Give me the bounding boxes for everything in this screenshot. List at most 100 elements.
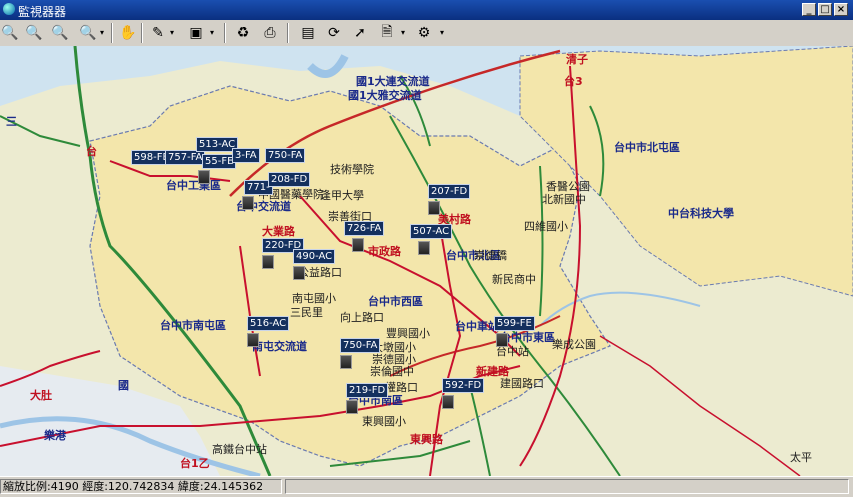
camera-device-icon[interactable]: [262, 255, 274, 269]
road-label-shizheng: 市政路: [368, 245, 401, 258]
place-label-lecheng-park: 樂成公園: [552, 338, 596, 351]
settings-dropdown-icon[interactable]: ▾: [440, 28, 444, 37]
place-label-west-dist: 台中市西區: [368, 295, 423, 308]
pointer-icon[interactable]: ➚: [350, 23, 370, 43]
camera-device-icon[interactable]: [428, 201, 440, 215]
close-button[interactable]: ×: [834, 3, 848, 16]
toolbar-separator: [287, 23, 289, 43]
map-canvas[interactable]: 台中市北屯區 中台科技大學 台中市北區 台中市西區 台中市南屯區 台中市南區 台…: [0, 46, 853, 476]
zoom-in-icon[interactable]: 🔍: [24, 23, 44, 43]
toolbar-separator: [141, 23, 143, 43]
place-label-qingzi: 清子: [566, 53, 588, 66]
place-label-beixin: 北新國中: [542, 193, 586, 206]
camera-id-label[interactable]: 3-FA: [232, 148, 260, 163]
camera-id-label[interactable]: 592-FD: [442, 378, 485, 393]
app-globe-icon: [3, 3, 15, 15]
camera-device-icon[interactable]: [418, 241, 430, 255]
place-label-ctust: 中台科技大學: [668, 207, 734, 220]
layer-dropdown-icon[interactable]: ▾: [210, 28, 214, 37]
layer-icon[interactable]: ▣: [186, 23, 206, 43]
camera-id-label[interactable]: 219-FD: [346, 383, 389, 398]
place-label-taichung-station: 台中站: [496, 345, 529, 358]
camera-device-icon[interactable]: [247, 333, 259, 347]
camera-device-icon[interactable]: [496, 333, 508, 347]
camera-id-label[interactable]: 207-FD: [428, 184, 471, 199]
place-label-nantun-elem: 南屯國小: [292, 292, 336, 305]
camera-id-label[interactable]: 750-FA: [265, 148, 306, 163]
place-label-industrial-zone: 台中工業區: [166, 179, 221, 192]
place-label-legang: 樂港: [44, 429, 66, 442]
camera-id-label[interactable]: 757-FA: [165, 150, 206, 165]
place-label-tech-institute: 技術學院: [330, 163, 374, 176]
status-bar: 縮放比例:4190 經度:120.742834 緯度:24.145362: [0, 476, 853, 497]
camera-id-label[interactable]: 750-FA: [340, 338, 381, 353]
place-label-beitun: 台中市北屯區: [614, 141, 680, 154]
camera-device-icon[interactable]: [340, 355, 352, 369]
camera-device-icon[interactable]: [242, 196, 254, 210]
minimize-button[interactable]: _: [802, 3, 816, 16]
road-label-guo: 國: [118, 379, 129, 392]
place-label-park: 香醫公園: [546, 180, 590, 193]
place-label-chongde-bridge: 崇德橋: [474, 249, 507, 262]
window-title: 監視器器: [18, 5, 67, 19]
place-label-fengxing: 豐興國小: [386, 327, 430, 340]
road-label-dongxing: 東興路: [410, 433, 443, 446]
map-base: [0, 46, 853, 476]
place-label-chonglun: 崇倫國中: [370, 365, 414, 378]
place-label-hsr-station: 高鐵台中站: [212, 443, 267, 456]
document-icon[interactable]: 🗎: [377, 23, 397, 43]
place-label-dongxing-elem: 東興國小: [362, 415, 406, 428]
toolbar: 🔍 🔍 🔍 🔍 ▾ ✋ ✎ ▾ ▣ ▾ ♻ ⎙ ▤ ⟳ ➚ 🗎 ▾ ⚙ ▾: [0, 20, 853, 47]
maximize-button[interactable]: □: [818, 3, 832, 16]
camera-id-label[interactable]: 599-FE: [494, 316, 535, 331]
tool-dropdown-icon[interactable]: ▾: [170, 28, 174, 37]
interchange-label-daya: 國1大雅交流道: [348, 89, 422, 102]
refresh-icon[interactable]: ♻: [233, 23, 253, 43]
toolbar-separator: [224, 23, 226, 43]
zoom-out-icon[interactable]: 🔍: [50, 23, 70, 43]
camera-id-label[interactable]: 726-FA: [344, 221, 385, 236]
zoom-dropdown-icon[interactable]: ▾: [100, 28, 104, 37]
place-label-xiangshang: 向上路口: [340, 311, 384, 324]
zoom-select-icon[interactable]: 🔍: [78, 23, 98, 43]
place-label-sanmin: 三民里: [290, 306, 323, 319]
place-label-xinmin: 新民商中: [492, 273, 536, 286]
tool-icon[interactable]: ✎: [148, 23, 168, 43]
camera-id-label[interactable]: 490-AC: [293, 249, 336, 264]
place-label-taichung-terminal: 台中車站: [455, 320, 499, 333]
place-label-east-dist: 台中市東區: [500, 331, 555, 344]
camera-device-icon[interactable]: [293, 266, 305, 280]
zoom-icon[interactable]: 🔍: [0, 23, 20, 43]
camera-device-icon[interactable]: [198, 170, 210, 184]
place-label-chongde: 崇德國小: [372, 353, 416, 366]
road-label-xinjian: 新建路: [476, 365, 509, 378]
place-label-taiping: 太平: [790, 451, 812, 464]
title-bar: 監視器器 _ □ ×: [0, 0, 853, 20]
toolbar-separator: [111, 23, 113, 43]
interchange-label-nantun: 南屯交流道: [252, 340, 307, 353]
camera-device-icon[interactable]: [442, 395, 454, 409]
status-pane: [285, 479, 849, 494]
road-label-tai: 台: [86, 145, 97, 158]
camera-id-label[interactable]: 507-AC: [410, 224, 453, 239]
print-icon[interactable]: ⎙: [260, 23, 280, 43]
camera-list-icon[interactable]: ▤: [298, 23, 318, 43]
place-label-fcu: 逢甲大學: [320, 189, 364, 202]
interchange-label-dalian: 國1大連交流道: [356, 75, 430, 88]
camera-id-label[interactable]: 516-AC: [247, 316, 290, 331]
place-label-jianguo: 建國路口: [500, 377, 544, 390]
road-label-tai3: 台3: [564, 75, 583, 88]
road-label-tai1b: 台1乙: [180, 457, 210, 470]
document-dropdown-icon[interactable]: ▾: [401, 28, 405, 37]
camera-device-icon[interactable]: [352, 238, 364, 252]
camera-id-label[interactable]: 208-FD: [268, 172, 311, 187]
camera-device-icon[interactable]: [346, 400, 358, 414]
settings-gear-icon[interactable]: ⚙: [414, 23, 434, 43]
place-label-dadu: 大肚: [30, 389, 52, 402]
sync-icon[interactable]: ⟳: [324, 23, 344, 43]
road-label-daye: 大業路: [262, 225, 295, 238]
status-coordinates: 縮放比例:4190 經度:120.742834 緯度:24.145362: [0, 479, 282, 494]
road-label-san: 三: [6, 115, 17, 128]
place-label-nantun-dist: 台中市南屯區: [160, 319, 226, 332]
pan-hand-icon[interactable]: ✋: [118, 23, 138, 43]
